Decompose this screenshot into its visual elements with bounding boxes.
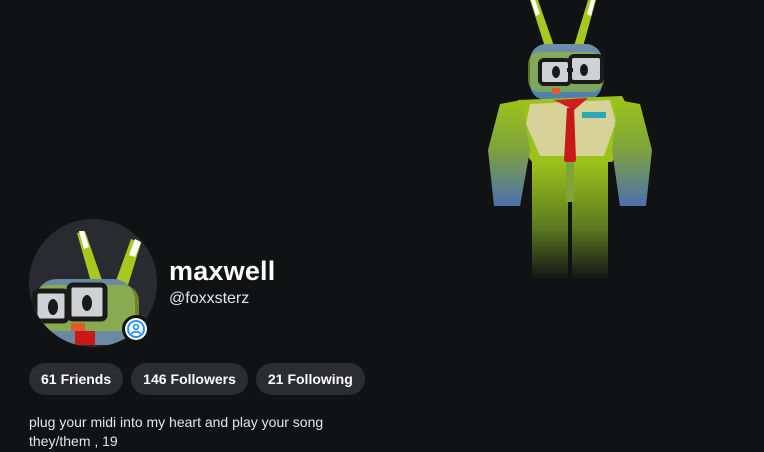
username: @foxxsterz	[169, 290, 250, 307]
following-count-button[interactable]: 21 Following	[255, 363, 365, 395]
bio-line: they/them , 19	[29, 433, 118, 449]
bio-line: plug your midi into my heart and play yo…	[29, 414, 324, 430]
social-stats: 61 Friends 146 Followers 21 Following	[29, 363, 365, 395]
display-name: maxwell	[169, 256, 276, 286]
friends-count: 61	[41, 371, 57, 387]
followers-count: 146	[143, 371, 167, 387]
friends-count-button[interactable]: 61 Friends	[29, 363, 124, 395]
following-label: Following	[287, 371, 353, 387]
person-icon	[125, 318, 147, 340]
friends-label: Friends	[60, 371, 112, 387]
followers-label: Followers	[170, 371, 236, 387]
profile-page: maxwell @foxxsterz 61 Friends 146 Follow…	[0, 0, 764, 452]
profile-bio: plug your midi into my heart and play yo…	[29, 413, 323, 451]
avatar-full-body-render	[470, 0, 670, 290]
presence-badge	[122, 315, 150, 343]
followers-count-button[interactable]: 146 Followers	[131, 363, 248, 395]
following-count: 21	[267, 371, 284, 387]
